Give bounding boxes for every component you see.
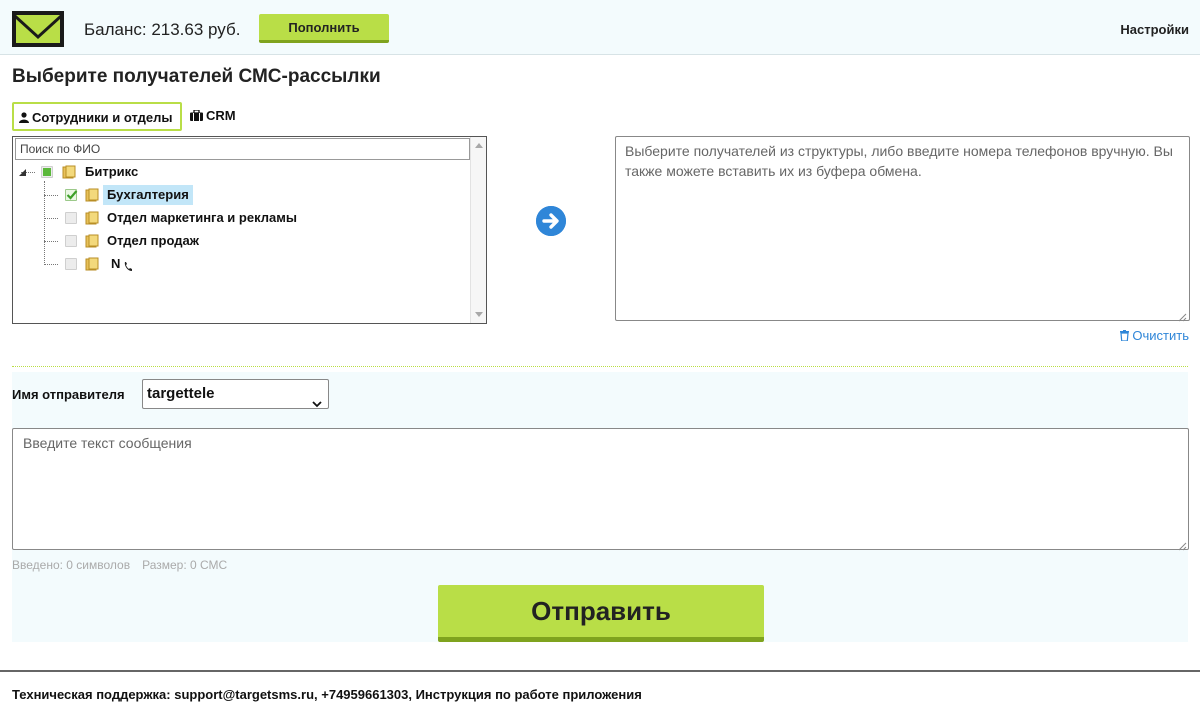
topup-button[interactable]: Пополнить — [259, 14, 389, 43]
tree-node-label: Битрикс — [85, 164, 139, 179]
clear-link[interactable]: Очистить — [1120, 328, 1189, 344]
tree-checkbox[interactable] — [65, 212, 77, 224]
scroll-up-icon[interactable] — [475, 143, 483, 148]
send-button[interactable]: Отправить — [438, 585, 764, 642]
resize-grip-icon[interactable] — [1178, 538, 1187, 551]
folder-icon — [85, 211, 99, 225]
tab-crm[interactable]: CRM — [190, 102, 260, 131]
tree-checkbox[interactable] — [41, 166, 53, 178]
balance-label: Баланс: 213.63 руб. — [84, 20, 241, 39]
collapse-icon[interactable] — [17, 162, 35, 182]
folder-icon — [62, 165, 76, 179]
sender-name-select[interactable]: targettele — [142, 379, 329, 409]
tab-employees[interactable]: Сотрудники и отделы — [12, 102, 182, 131]
message-textarea[interactable] — [12, 428, 1189, 550]
user-icon — [19, 105, 29, 132]
tree-node-label: Отдел маркетинга и рекламы — [107, 210, 297, 225]
tree-scrollbar[interactable] — [470, 137, 486, 323]
structure-tree[interactable]: Битрикс Бухгалтерия Отдел маркетинга и р… — [12, 136, 487, 324]
arrow-right-icon — [536, 206, 566, 236]
resize-grip-icon[interactable] — [1178, 309, 1187, 322]
folder-icon — [85, 257, 99, 271]
phone-icon — [124, 258, 133, 278]
tree-node-employee[interactable]: N — [57, 254, 257, 274]
tree-checkbox[interactable] — [65, 235, 77, 247]
trash-icon — [1120, 329, 1130, 344]
envelope-icon — [12, 11, 64, 47]
tree-checkbox[interactable] — [65, 189, 78, 201]
tree-node-root[interactable]: Битрикс — [17, 162, 217, 182]
tab-employees-label: Сотрудники и отделы — [32, 110, 173, 125]
page-title: Выберите получателей СМС-рассылки — [12, 66, 381, 87]
tree-connector — [44, 241, 58, 242]
folder-icon — [85, 234, 99, 248]
message-counters: Введено: 0 символов Размер: 0 СМС — [12, 558, 227, 572]
briefcase-icon — [190, 103, 203, 130]
tree-node-label: Отдел продаж — [107, 233, 199, 248]
footer: Техническая поддержка: support@targetsms… — [0, 670, 1200, 711]
support-info: Техническая поддержка: support@targetsms… — [12, 687, 642, 702]
tree-node-label: N — [111, 256, 121, 271]
section-divider — [12, 366, 1188, 367]
chevron-down-icon — [312, 390, 322, 418]
tree-node-department[interactable]: Бухгалтерия — [57, 185, 257, 205]
tree-node-department[interactable]: Отдел продаж — [57, 231, 257, 251]
scroll-down-icon[interactable] — [475, 312, 483, 317]
entered-chars-counter: Введено: 0 символов — [12, 558, 131, 572]
sender-selected-value: targettele — [147, 385, 215, 402]
settings-link[interactable]: Настройки — [1120, 22, 1189, 37]
tree-connector — [44, 218, 58, 219]
tree-connector — [44, 264, 58, 265]
tree-connector — [44, 195, 58, 196]
header-bar: Баланс: 213.63 руб. Пополнить Настройки — [0, 0, 1200, 55]
recipients-textarea[interactable] — [615, 136, 1190, 321]
tree-node-label: Бухгалтерия — [103, 185, 193, 205]
fio-search-input[interactable] — [15, 138, 470, 160]
tree-connector — [44, 181, 45, 265]
sms-size-counter: Размер: 0 СМС — [142, 558, 228, 572]
add-recipients-arrow-button[interactable] — [536, 206, 566, 236]
tab-crm-label: CRM — [206, 108, 236, 123]
tree-node-department[interactable]: Отдел маркетинга и рекламы — [57, 208, 357, 228]
sender-name-label: Имя отправителя — [12, 387, 125, 402]
folder-icon — [85, 188, 99, 202]
tree-checkbox[interactable] — [65, 258, 77, 270]
clear-label: Очистить — [1132, 328, 1189, 343]
